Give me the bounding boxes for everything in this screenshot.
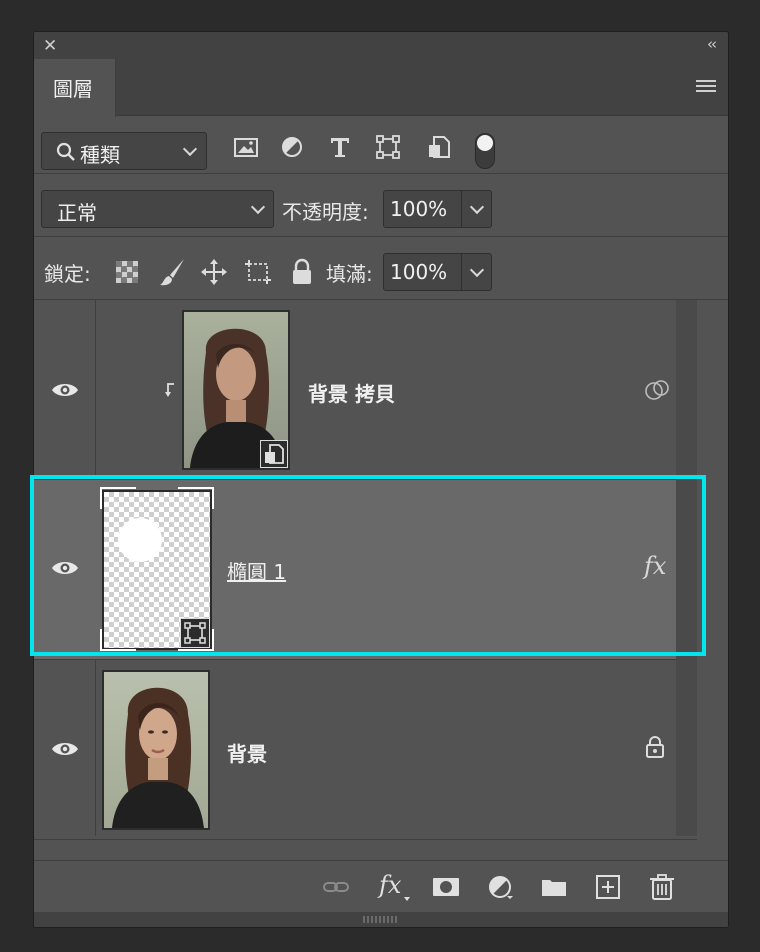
filter-kind-dropdown[interactable]: 種類 [41, 132, 207, 170]
opacity-value: 100% [390, 197, 448, 221]
portrait-image [104, 672, 208, 828]
new-group-icon[interactable] [540, 873, 568, 901]
layer-row-background[interactable]: 背景 [34, 660, 697, 840]
panel-title-bar: ✕ ‹‹ [34, 32, 728, 59]
visibility-eye-icon[interactable] [51, 560, 79, 576]
opacity-label: 不透明度: [282, 200, 369, 224]
chevron-down-icon [182, 141, 198, 157]
blend-mode-label: 正常 [57, 201, 97, 225]
blend-interior-icon[interactable] [645, 379, 671, 401]
chevron-down-icon [250, 199, 266, 215]
clipping-mask-arrow-icon [165, 383, 174, 397]
layer-name[interactable]: 橢圓 1 [227, 556, 286, 585]
fill-label: 填滿: [326, 262, 373, 286]
smart-object-filter-icon[interactable] [426, 134, 452, 160]
search-icon [56, 142, 75, 161]
filter-kind-label: 種類 [80, 143, 120, 167]
new-layer-icon[interactable] [594, 873, 622, 901]
lock-row: 鎖定: 填滿: 100% [34, 237, 728, 300]
chevron-down-icon[interactable] [469, 199, 485, 215]
add-layer-style-dropdown-icon [404, 897, 410, 901]
lock-position-icon[interactable] [200, 258, 228, 286]
lock-label: 鎖定: [44, 262, 91, 286]
new-fill-adjustment-icon[interactable] [486, 873, 514, 901]
blend-mode-dropdown[interactable]: 正常 [41, 190, 274, 228]
add-mask-icon[interactable] [432, 873, 460, 901]
image-filter-icon[interactable] [233, 134, 259, 160]
close-icon[interactable]: ✕ [43, 36, 57, 56]
layer-name[interactable]: 背景 拷貝 [308, 378, 395, 407]
layers-bottom-toolbar: fx [34, 860, 728, 912]
link-layers-icon[interactable] [322, 873, 350, 901]
lock-icon[interactable] [645, 735, 665, 759]
fill-input[interactable]: 100% [383, 253, 492, 291]
collapse-icon[interactable]: ‹‹ [707, 35, 717, 53]
tab-layers-label: 圖層 [53, 77, 93, 101]
chevron-down-icon[interactable] [469, 262, 485, 278]
lock-artboard-icon[interactable] [244, 259, 272, 285]
visibility-eye-icon[interactable] [51, 382, 79, 398]
filter-toggle-switch[interactable] [475, 133, 495, 169]
tab-strip: 圖層 [34, 59, 728, 117]
layers-list: 背景 拷貝 橢圓 1 fx 背景 [34, 300, 697, 840]
delete-layer-icon[interactable] [648, 873, 676, 901]
selection-corner-marks [98, 485, 216, 653]
layer-row-ellipse-1[interactable]: 橢圓 1 fx [34, 480, 697, 660]
smart-object-badge-icon [260, 440, 288, 468]
visibility-eye-icon[interactable] [51, 741, 79, 757]
blend-row: 正常 不透明度: 100% [34, 174, 728, 237]
resize-grip-icon [363, 916, 399, 923]
lock-all-icon[interactable] [290, 258, 314, 286]
panel-resize-strip[interactable] [34, 912, 728, 927]
type-filter-icon[interactable] [327, 134, 353, 160]
filter-row: 種類 [34, 116, 728, 174]
lock-transparent-pixels-icon[interactable] [116, 261, 138, 283]
layers-panel: ✕ ‹‹ 圖層 種類 正常 不透明度: 100% 鎖定: 填滿: 100% 背景… [33, 31, 729, 928]
layers-scrollbar[interactable] [676, 300, 697, 836]
fill-value: 100% [390, 260, 448, 284]
tab-layers[interactable]: 圖層 [34, 59, 116, 117]
panel-menu-icon[interactable] [696, 80, 716, 94]
layer-thumbnail-portrait [102, 670, 210, 830]
layer-name[interactable]: 背景 [227, 738, 267, 767]
adjustment-filter-icon[interactable] [279, 134, 305, 160]
add-layer-style-icon[interactable]: fx [379, 871, 401, 899]
opacity-input[interactable]: 100% [383, 190, 492, 228]
layer-thumbnail-smart-object [182, 310, 290, 470]
layer-row-background-copy[interactable]: 背景 拷貝 [34, 300, 697, 480]
lock-image-pixels-icon[interactable] [158, 257, 186, 287]
shape-filter-icon[interactable] [375, 134, 401, 160]
fx-icon[interactable]: fx [644, 552, 666, 580]
